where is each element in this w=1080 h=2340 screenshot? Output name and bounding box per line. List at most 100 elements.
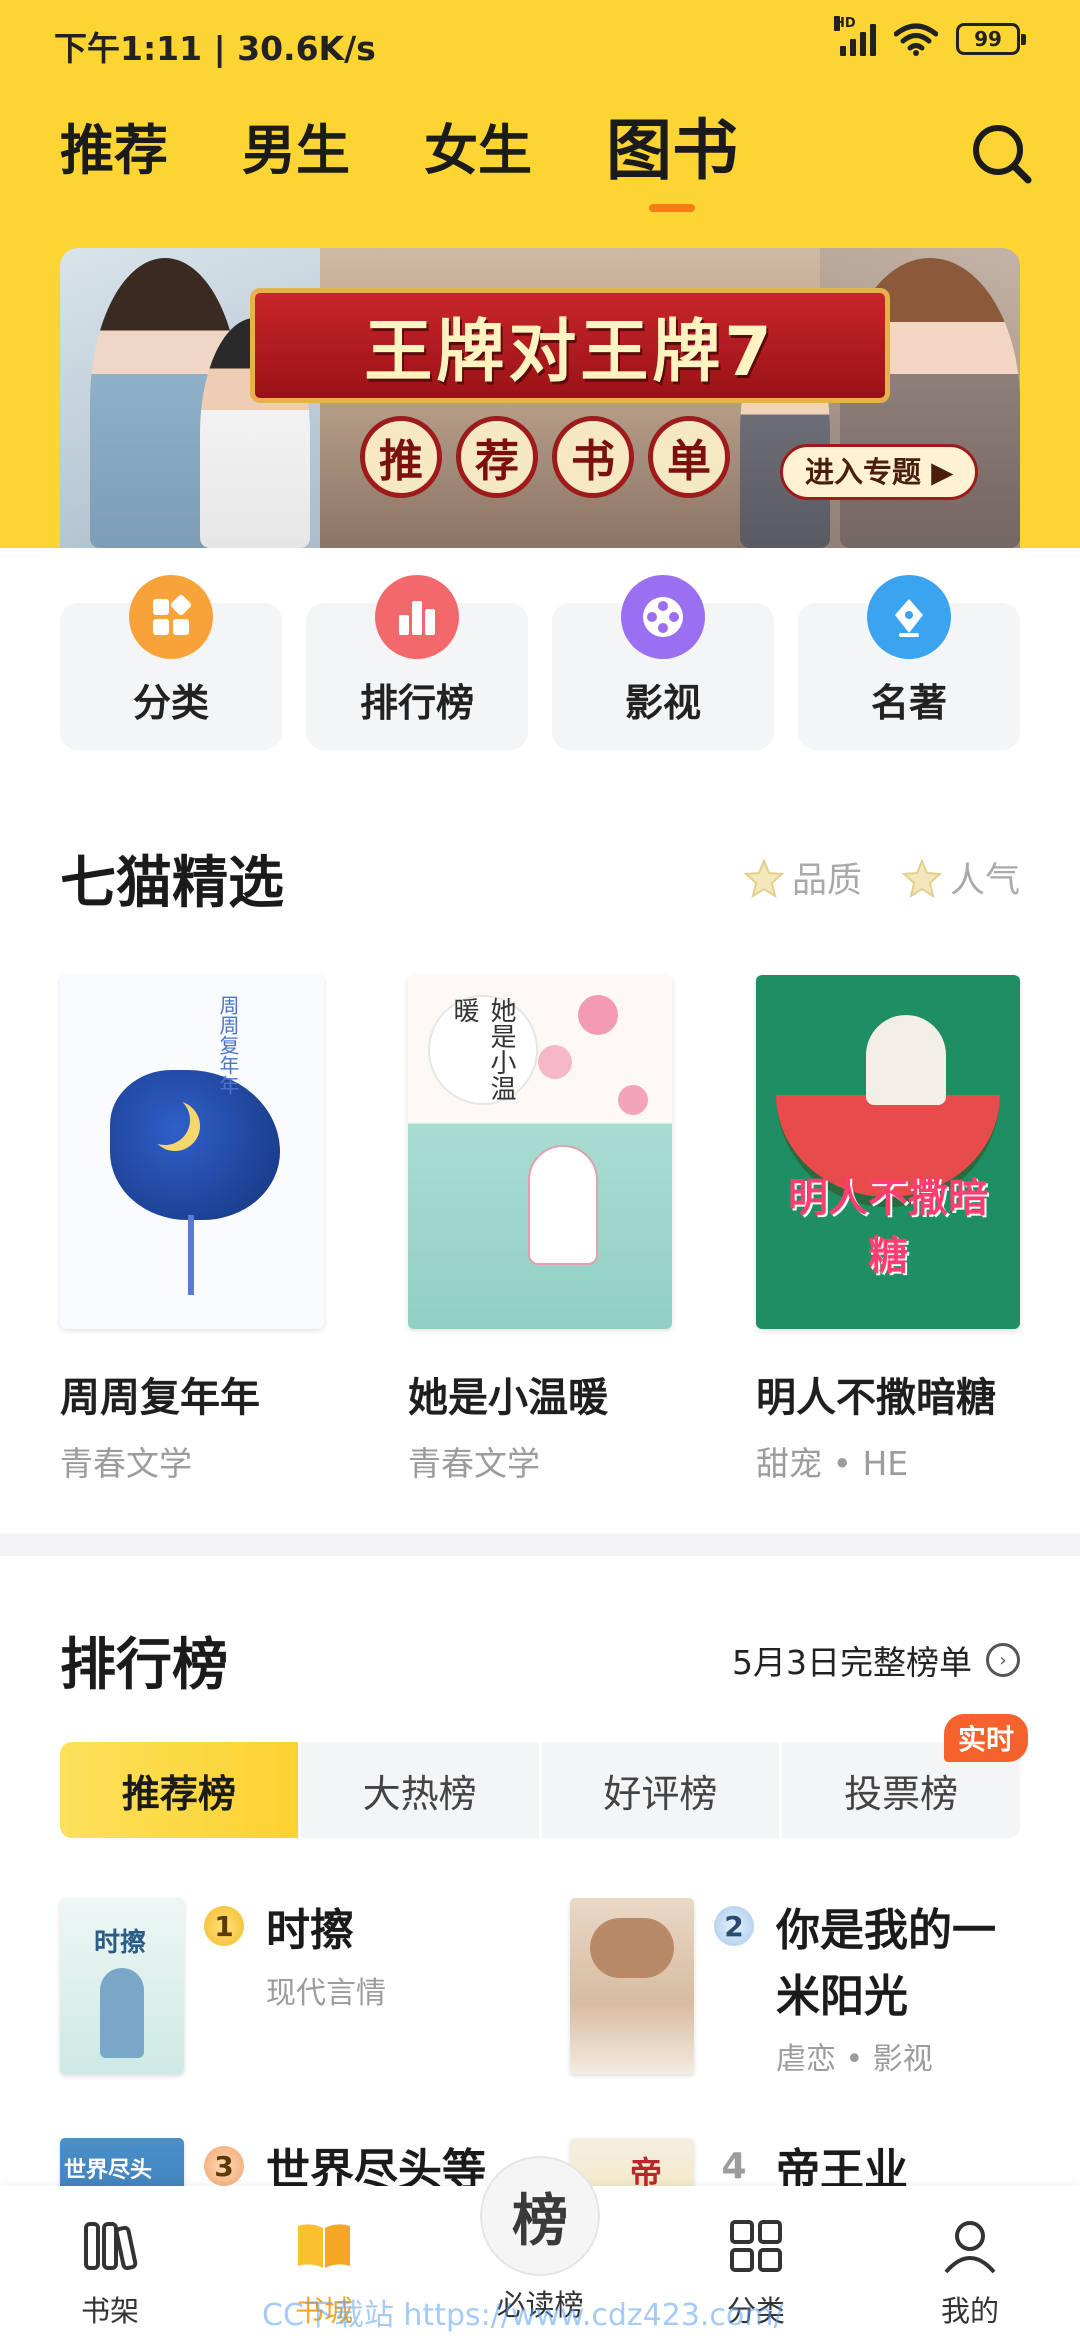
full-list-link[interactable]: 5月3日完整榜单 › (732, 1636, 1020, 1684)
banner-title: 王牌对王牌7 (364, 313, 776, 392)
book-cover: 明人不撒暗糖 (756, 975, 1020, 1329)
banner-title-ribbon: 王牌对王牌7 (250, 288, 890, 403)
ranking-book-name: 你是我的一米阳光 (776, 1905, 996, 2022)
rank-tab-hot[interactable]: 大热榜 (301, 1742, 542, 1838)
filter-label: 品质 (791, 861, 862, 901)
cover-title: 时擦 (94, 1928, 147, 1958)
rank-tab-vote-label: 投票榜 (844, 1771, 959, 1816)
bookshelf-icon (84, 2222, 138, 2271)
book-card[interactable]: 明人不撒暗糖 明人不撒暗糖 甜宠 • HE (756, 975, 1020, 1485)
nav-bookshelf[interactable]: 书架 (50, 2214, 170, 2330)
filter-quality[interactable]: 品质 (743, 852, 862, 903)
featured-filters: 品质 人气 (743, 852, 1020, 903)
cover-title: 世界尽头 (64, 2158, 153, 2183)
quick-entry-label: 分类 (132, 681, 209, 725)
signal-icon: HD (834, 16, 876, 56)
ranking-cover: 时擦 (60, 1898, 184, 2074)
quick-entry-classics[interactable]: 名著 (798, 575, 1020, 750)
status-bar: 下午1:11 | 30.6K/s HD 99 (0, 0, 1080, 90)
tab-recommend[interactable]: 推荐 (60, 110, 168, 190)
quick-entry-category[interactable]: 分类 (60, 575, 282, 750)
section-divider (0, 1534, 1080, 1556)
nav-profile[interactable]: 我的 (910, 2214, 1030, 2330)
book-category: 青春文学 (60, 1444, 192, 1483)
cover-flower (618, 1085, 648, 1115)
full-list-label: 5月3日完整榜单 (732, 1643, 972, 1682)
banner-subtitle-char: 单 (648, 416, 730, 498)
tab-male[interactable]: 男生 (242, 110, 350, 190)
rank-tab-vote[interactable]: 投票榜 实时 (782, 1714, 1028, 1838)
hd-label: HD (834, 16, 856, 31)
quick-entry-label: 影视 (624, 681, 701, 725)
featured-title: 七猫精选 (60, 850, 284, 916)
category-icon (129, 575, 213, 659)
ranking-book-name: 时擦 (266, 1905, 354, 1956)
star-icon (743, 857, 784, 898)
book-name: 明人不撒暗糖 (756, 1375, 996, 1421)
cover-title-circle: 她是小温暖 (428, 995, 538, 1105)
quick-entry-label: 排行榜 (359, 681, 474, 725)
book-name: 她是小温暖 (408, 1375, 608, 1421)
book-card[interactable]: 周周复年年 周周复年年 青春文学 (60, 975, 324, 1485)
live-badge: 实时 (943, 1714, 1028, 1762)
search-icon[interactable] (966, 118, 1036, 188)
cover-couple (866, 1015, 946, 1105)
filter-popularity[interactable]: 人气 (901, 852, 1020, 903)
filter-label: 人气 (949, 861, 1020, 901)
nav-label: 我的 (940, 2294, 999, 2328)
ranking-item[interactable]: 2 你是我的一米阳光 虐恋 • 影视 (570, 1898, 1020, 2078)
cover-flower (538, 1045, 572, 1079)
film-reel-icon (621, 575, 705, 659)
banner-subtitle-char: 书 (552, 416, 634, 498)
battery-icon: 99 (956, 23, 1026, 55)
book-category: 甜宠 • HE (756, 1444, 909, 1483)
ranking-book-tag: 虐恋 • 影视 (776, 2042, 933, 2077)
ranking-tabs: 推荐榜 大热榜 好评榜 投票榜 实时 (60, 1714, 1028, 1838)
ranking-book-tag: 现代言情 (266, 1976, 386, 2011)
cover-figure (100, 1968, 144, 2058)
cover-moon (140, 1095, 190, 1145)
cover-figure (590, 1918, 674, 1978)
promo-banner[interactable]: 王牌对王牌7 推 荐 书 单 进入专题 ▶ (60, 248, 1020, 548)
enter-topic-button[interactable]: 进入专题 ▶ (780, 444, 979, 500)
cover-girl (528, 1145, 598, 1265)
ranking-title: 排行榜 (60, 1632, 228, 1698)
rank-number-4: 4 (721, 2145, 747, 2187)
profile-icon (944, 2221, 996, 2274)
book-card[interactable]: 她是小温暖 她是小温暖 青春文学 (408, 975, 672, 1485)
cover-title: 周周复年年 (216, 995, 240, 1095)
ranking-cover (570, 1898, 694, 2074)
grid-category-icon (730, 2220, 782, 2272)
featured-books: 周周复年年 周周复年年 青春文学 她是小温暖 她是小温暖 青春文学 明人不撒暗糖… (60, 975, 1020, 1485)
banner-subtitle: 推 荐 书 单 (360, 416, 730, 498)
rank-tab-recommend[interactable]: 推荐榜 (60, 1742, 301, 1838)
ranking-item[interactable]: 时擦 1 时擦 现代言情 (60, 1898, 510, 2078)
tab-female[interactable]: 女生 (424, 110, 532, 190)
banner-subtitle-char: 推 (360, 416, 442, 498)
rank-medal-3: 3 (204, 2146, 244, 2186)
quick-entry-film[interactable]: 影视 (552, 575, 774, 750)
tab-books[interactable]: 图书 (606, 110, 738, 190)
cover-stem (188, 1215, 194, 1295)
quick-entry-label: 名著 (870, 681, 947, 725)
rank-medal-1: 1 (204, 1906, 244, 1946)
chevron-right-icon: › (986, 1643, 1020, 1677)
rank-tab-rating[interactable]: 好评榜 (542, 1742, 783, 1838)
book-name: 周周复年年 (60, 1375, 260, 1421)
top-tabs: 推荐 男生 女生 图书 (60, 110, 812, 190)
wifi-icon (894, 23, 938, 56)
ranking-icon (375, 575, 459, 659)
quick-entries: 分类 排行榜 影视 名著 (60, 575, 1020, 750)
star-icon (901, 857, 942, 898)
book-city-icon (298, 2224, 350, 2268)
cover-flower (578, 995, 618, 1035)
quick-entry-ranking[interactable]: 排行榜 (306, 575, 528, 750)
cover-title: 明人不撒暗糖 (788, 1175, 988, 1279)
book-category: 青春文学 (408, 1444, 540, 1483)
must-read-icon[interactable]: 榜 (480, 2156, 600, 2276)
pen-nib-icon (867, 575, 951, 659)
book-cover: 周周复年年 (60, 975, 324, 1329)
watermark: CC下载站 https://www.cdz423.com/ (262, 2298, 784, 2333)
nav-label: 书架 (80, 2294, 139, 2328)
rank-medal-2: 2 (714, 1906, 754, 1946)
